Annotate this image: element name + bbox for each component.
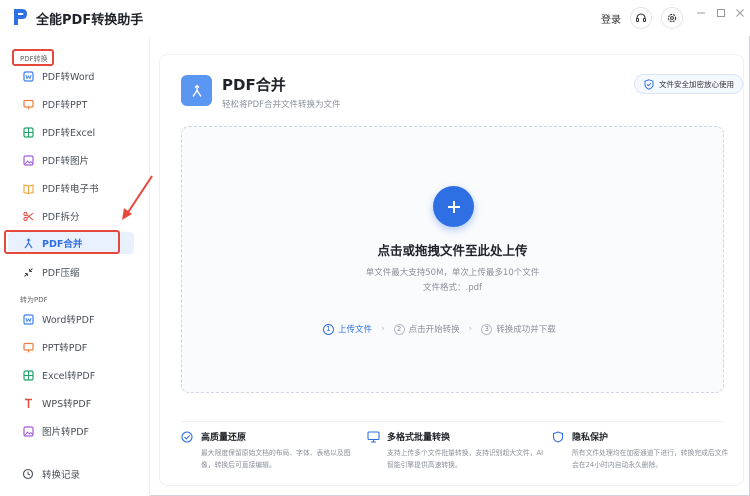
headset-icon [636,13,646,22]
chevron-right-icon: › [468,324,473,334]
feature-desc: 最大限度保留原始文档的布局、字体、表格以及图像，转换后可直接编辑。 [201,449,351,469]
add-file-button[interactable] [433,186,474,227]
sidebar-item-label: 图片转PDF [42,427,90,438]
feature-desc: 支持上传多个文件批量转换，支持识别超大文件，AI智能引擎提供高速转换。 [387,449,544,469]
feature-desc: 所有文件处理均在加密通道下进行，转换完成后文件会在24小时内自动永久删除。 [572,449,729,469]
page-title: PDF合并 [222,76,286,94]
word-icon [22,70,34,82]
history-label: 转换记录 [42,470,81,481]
conversion-history-link[interactable]: 转换记录 [22,467,80,481]
excel-icon [22,126,34,138]
sidebar-item-wps-to-pdf[interactable]: WPS转PDF [8,392,134,414]
ppt-icon [22,98,34,110]
check-circle-icon [181,431,193,443]
word-icon [22,313,34,325]
sidebar-item-pdf-to-excel[interactable]: PDF转Excel [8,121,134,143]
sidebar-item-ppt-to-pdf[interactable]: PPT转PDF [8,336,134,358]
upload-dropzone[interactable]: 点击或拖拽文件至此处上传 单文件最大支持50M，单次上传最多10个文件 文件格式… [181,126,724,393]
step-number: 1 [323,323,334,335]
gear-icon [667,13,677,23]
security-badge: 文件安全加密放心使用 [634,74,743,94]
sidebar-item-label: PDF转Excel [42,128,96,139]
app-title: 全能PDF转换助手 [36,13,144,28]
sidebar-item-label: PDF压缩 [42,268,80,279]
sidebar-item-pdf-compress[interactable]: PDF压缩 [8,261,134,283]
support-button[interactable] [630,7,652,29]
sidebar-item-label: Excel转PDF [42,371,96,382]
feature-title: 高质量还原 [201,433,247,443]
sidebar-item-label: PDF转电子书 [42,184,99,195]
dropzone-formats: 文件格式：.pdf [423,283,482,293]
step-label: 上传文件 [338,325,373,335]
ppt-icon [22,341,34,353]
app-logo-icon [14,9,27,25]
sidebar-item-label: WPS转PDF [42,399,92,410]
features-row: 高质量还原 最大限度保留原始文档的布局、字体、表格以及图像，转换后可直接编辑。 … [181,421,728,481]
step-number: 3 [481,323,493,335]
maximize-icon[interactable] [716,8,726,18]
feature-title: 多格式批量转换 [387,433,451,443]
sidebar-item-label: PDF转Word [42,72,95,83]
step-label: 点击开始转换 [408,325,460,335]
chevron-right-icon: › [381,324,385,334]
sidebar-item-pdf-to-word[interactable]: PDF转Word [8,65,134,87]
history-icon [22,468,34,480]
page-subtitle: 轻松将PDF合并文件转换为文件 [222,100,341,110]
excel-icon [22,369,34,381]
sidebar-item-excel-to-pdf[interactable]: Excel转PDF [8,364,134,386]
compress-icon [22,266,34,278]
annotation-box-active [4,230,120,254]
steps-indicator: 1 上传文件 › 2 点击开始转换 › 3 转换成功并下载 [323,323,556,335]
main-panel: PDF合并 轻松将PDF合并文件转换为文件 文件安全加密放心使用 点击或拖拽文件… [159,54,744,486]
sidebar-item-label: PDF转图片 [42,156,90,167]
annotation-box-section [12,49,54,66]
image-icon [22,154,34,166]
image-icon [22,425,34,437]
sidebar-item-label: PDF转PPT [42,100,88,111]
sidebar: PDF转换 PDF转Word PDF转PPT PDF转Excel PDF转图片 … [0,36,150,496]
sidebar-item-pdf-to-ppt[interactable]: PDF转PPT [8,93,134,115]
sidebar-item-pdf-to-image[interactable]: PDF转图片 [8,149,134,171]
sidebar-item-word-to-pdf[interactable]: Word转PDF [8,308,134,330]
section-label-to-pdf: 转为PDF [20,296,48,304]
step-download: 3 转换成功并下载 [481,323,556,335]
close-icon[interactable] [735,8,745,18]
shield-check-icon [644,79,654,90]
monitor-icon [367,431,380,443]
title-bar: 全能PDF转换助手 登录 [0,0,750,36]
wps-icon [22,397,34,409]
minimize-icon[interactable] [696,8,706,18]
step-upload: 1 上传文件 [323,323,372,335]
plus-icon [447,200,460,213]
sidebar-item-label: Word转PDF [42,315,95,326]
settings-button[interactable] [661,7,683,29]
dropzone-title: 点击或拖拽文件至此处上传 [377,243,528,258]
step-label: 转换成功并下载 [496,325,556,335]
shield-icon [552,431,564,443]
step-number: 2 [393,323,405,335]
merge-tool-icon [181,75,212,106]
scissors-icon [22,210,34,222]
dropzone-limits: 单文件最大支持50M，单次上传最多10个文件 [365,268,540,278]
sidebar-item-label: PPT转PDF [42,343,88,354]
sidebar-item-label: PDF拆分 [42,212,80,223]
login-link[interactable]: 登录 [601,11,621,26]
feature-title: 隐私保护 [572,433,609,443]
annotation-arrow-icon [122,175,153,220]
sidebar-item-image-to-pdf[interactable]: 图片转PDF [8,420,134,442]
book-icon [22,182,34,194]
security-badge-label: 文件安全加密放心使用 [659,79,734,89]
step-convert: 2 点击开始转换 [393,323,460,335]
